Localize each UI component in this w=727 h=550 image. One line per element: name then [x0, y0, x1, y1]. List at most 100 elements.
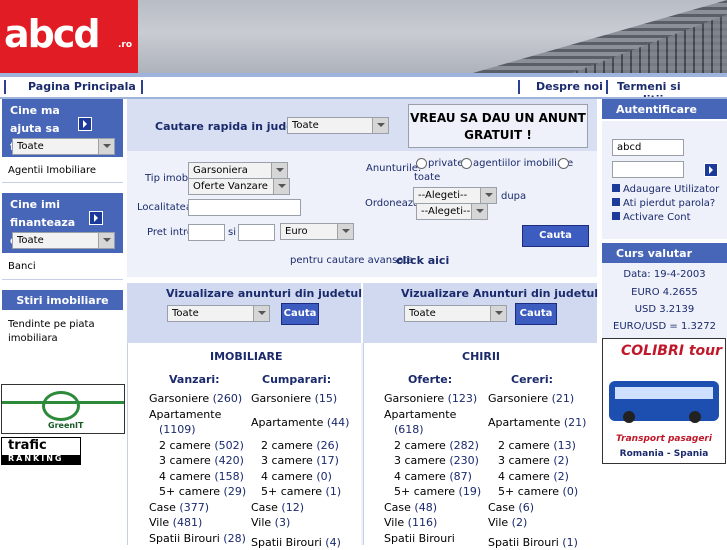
trafic-ranking-badge[interactable]: trafic RANKING — [1, 437, 81, 465]
password-input[interactable] — [612, 161, 684, 178]
list-item-label: Case — [149, 501, 176, 514]
list-item[interactable]: 5+ camere (29) — [159, 484, 246, 499]
locality-input[interactable] — [188, 199, 301, 216]
list-item[interactable]: Apartamente — [384, 407, 456, 422]
list-item[interactable]: Vile (2) — [488, 515, 527, 530]
view-left-select[interactable]: Toate — [167, 305, 270, 322]
list-item[interactable]: 4 camere (2) — [498, 469, 569, 484]
list-item[interactable]: Case (6) — [488, 500, 534, 515]
login-button[interactable] — [704, 163, 718, 177]
list-item[interactable]: 2 camere (13) — [498, 438, 576, 453]
list-item[interactable]: Garsoniere (260) — [149, 391, 242, 406]
list-item[interactable]: 4 camere (158) — [159, 469, 244, 484]
currency-select[interactable]: Euro — [280, 223, 354, 240]
list-item-count: (15) — [311, 392, 338, 405]
currency-euro: EURO 4.2655 — [631, 287, 698, 298]
help-go-button[interactable] — [78, 117, 92, 131]
nav-home-link[interactable]: Pagina Principala — [28, 80, 136, 93]
price-max-input[interactable] — [238, 224, 275, 241]
radio-private[interactable] — [416, 158, 427, 169]
list-item[interactable]: 4 camere (0) — [261, 469, 332, 484]
finance-item-banks[interactable]: Banci — [8, 261, 36, 272]
nav-separator — [141, 80, 143, 94]
list-item-label: Spatii Birouri — [488, 536, 559, 549]
radio-all[interactable] — [558, 158, 569, 169]
list-item[interactable]: 3 camere (17) — [261, 453, 339, 468]
list-item-label: Case — [488, 501, 515, 514]
price-min-input[interactable] — [188, 224, 225, 241]
order-select[interactable]: --Alegeti-- — [413, 187, 497, 204]
list-item[interactable]: Vile (481) — [149, 515, 202, 530]
logo-text: abcd — [4, 12, 101, 56]
nav-separator — [4, 80, 6, 94]
list-item-count: (377) — [175, 501, 209, 514]
locality-label: Localitatea: — [137, 202, 196, 213]
list-item[interactable]: Garsoniere (123) — [384, 391, 477, 406]
add-user-link[interactable]: Adaugare Utilizator — [612, 184, 719, 195]
list-item[interactable]: Apartamente — [149, 407, 221, 422]
lost-password-link[interactable]: Ati pierdut parola? — [612, 198, 715, 209]
list-item[interactable]: Spatii Birouri (4) — [251, 535, 341, 550]
order-direction-select[interactable]: --Alegeti-- — [416, 203, 488, 220]
list-item[interactable]: 5+ camere (19) — [394, 484, 481, 499]
greenit-banner[interactable]: GreenIT — [1, 384, 125, 434]
list-item[interactable]: Apartamente (44) — [251, 415, 349, 430]
list-item[interactable]: (1109) — [159, 422, 196, 437]
list-item[interactable]: 2 camere (502) — [159, 438, 244, 453]
username-input[interactable]: abcd — [612, 139, 684, 156]
list-item[interactable]: Spatii Birouri — [384, 531, 455, 546]
list-item-count: (12) — [277, 501, 304, 514]
help-item-agencies[interactable]: Agentii Imobiliare — [8, 165, 96, 176]
ad-brand: COLIBRI tour — [621, 343, 723, 359]
list-item[interactable]: Apartamente (21) — [488, 415, 586, 430]
offer-type-select[interactable]: Oferte Vanzare — [188, 178, 290, 195]
news-item[interactable]: Tendinte pe piata imobiliara — [8, 318, 118, 346]
finance-go-button[interactable] — [89, 211, 103, 225]
advanced-search-link[interactable]: click aici — [396, 254, 449, 267]
auth-header: Autentificare — [602, 99, 727, 119]
view-right-search-button[interactable]: Cauta — [515, 303, 557, 325]
list-item-count: (2) — [508, 516, 528, 529]
list-item-label: 2 camere — [394, 439, 446, 452]
free-ad-button[interactable]: VREAU SA DAU UN ANUNT GRATUIT ! — [408, 104, 588, 148]
list-item[interactable]: (618) — [394, 422, 424, 437]
list-item-count: (0) — [559, 485, 579, 498]
cumparari-header: Cumparari: — [262, 373, 332, 386]
view-left-search-button[interactable]: Cauta — [281, 303, 319, 325]
list-item[interactable]: Case (12) — [251, 500, 304, 515]
view-right-select[interactable]: Toate — [404, 305, 507, 322]
list-item-label: 2 camere — [498, 439, 550, 452]
list-item[interactable]: Vile (3) — [251, 515, 290, 530]
finance-county-select[interactable]: Toate — [12, 232, 115, 249]
list-item[interactable]: Case (48) — [384, 500, 437, 515]
list-item[interactable]: 4 camere (87) — [394, 469, 472, 484]
property-type-select[interactable]: Garsoniera — [188, 162, 288, 179]
list-item[interactable]: 5+ camere (1) — [261, 484, 341, 499]
nav-about-link[interactable]: Despre noi — [536, 80, 603, 93]
list-item-count: (48) — [410, 501, 437, 514]
list-item-label: Apartamente — [488, 416, 561, 429]
radio-agencies[interactable] — [461, 158, 472, 169]
site-logo[interactable]: abcd .ro — [0, 0, 138, 73]
list-item[interactable]: 3 camere (2) — [498, 453, 569, 468]
list-item[interactable]: Vile (116) — [384, 515, 437, 530]
search-button[interactable]: Cauta — [522, 225, 589, 247]
list-item-count: (1) — [558, 536, 578, 549]
trafic-label: trafic — [8, 438, 47, 453]
list-item-count: (29) — [220, 485, 247, 498]
list-item[interactable]: Spatii Birouri (28) — [149, 531, 246, 546]
list-item[interactable]: 3 camere (230) — [394, 453, 479, 468]
list-item[interactable]: 5+ camere (0) — [498, 484, 578, 499]
list-item[interactable]: Case (377) — [149, 500, 209, 515]
list-item-count: (123) — [444, 392, 478, 405]
quick-county-select[interactable]: Toate — [287, 117, 389, 134]
list-item[interactable]: 2 camere (282) — [394, 438, 479, 453]
list-item[interactable]: Spatii Birouri (1) — [488, 535, 578, 550]
list-item[interactable]: 2 camere (26) — [261, 438, 339, 453]
colibri-tour-ad[interactable]: COLIBRI tour Transport pasageri Romania … — [602, 338, 726, 464]
list-item[interactable]: Garsoniere (15) — [251, 391, 337, 406]
help-county-select[interactable]: Toate — [12, 138, 115, 155]
activate-account-link[interactable]: Activare Cont — [612, 212, 691, 223]
list-item[interactable]: Garsoniere (21) — [488, 391, 574, 406]
list-item[interactable]: 3 camere (420) — [159, 453, 244, 468]
